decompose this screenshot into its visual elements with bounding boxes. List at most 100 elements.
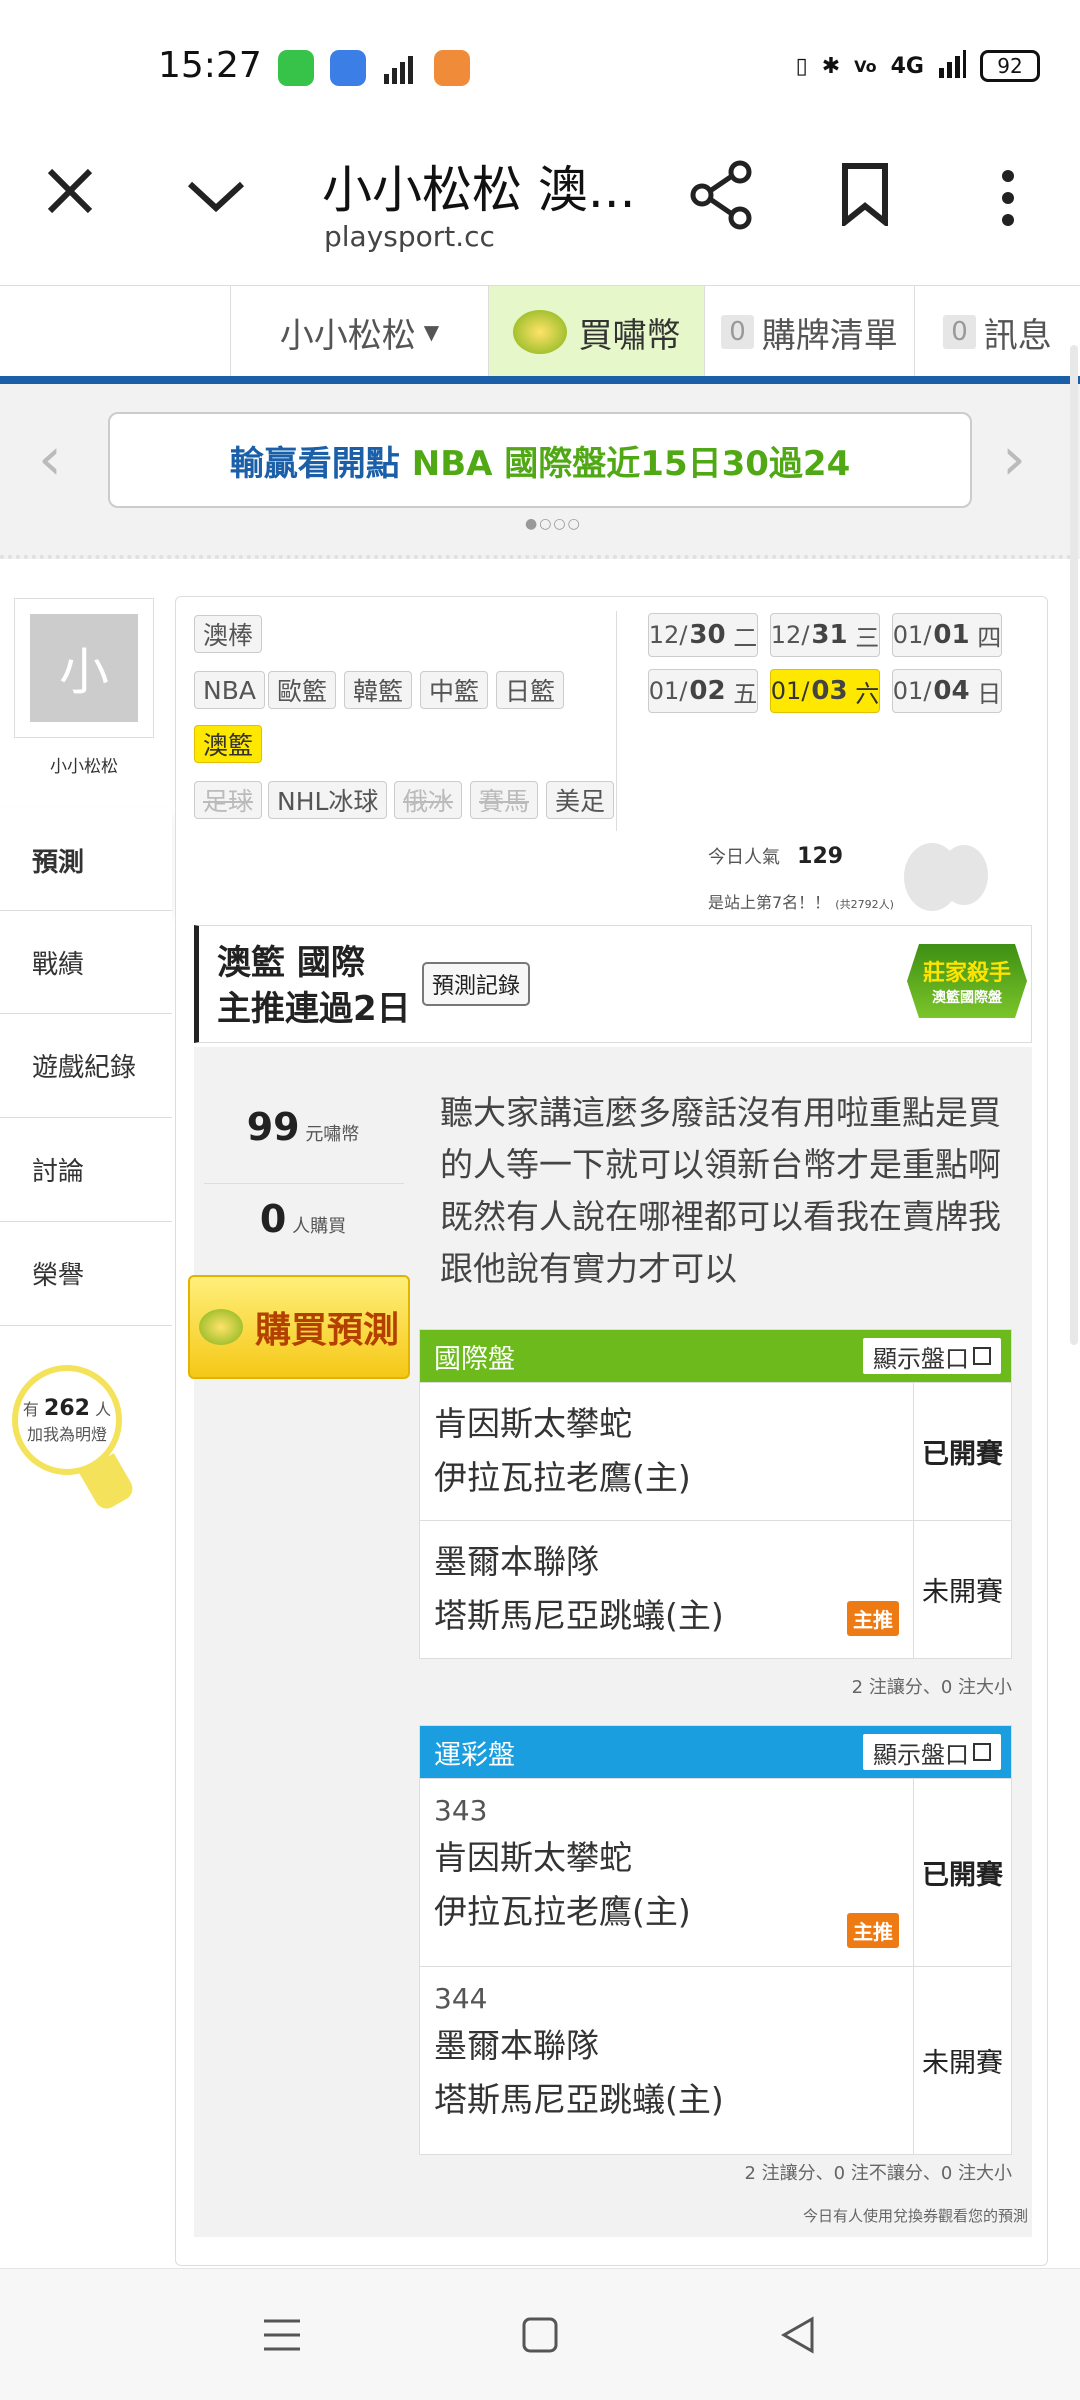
date-button-selected[interactable]: 01/03 六 xyxy=(770,669,880,713)
footer-note: 今日有人使用兌換券觀看您的預測 xyxy=(802,2207,1028,2225)
sidebar-item-predictions[interactable]: 預測 xyxy=(0,808,172,912)
popularity-rank: 是站上第7名！！ (共2792人) xyxy=(708,893,894,912)
banner: ‹ 輸贏看開點 NBA 國際盤近15日30過24 › ●○○○ xyxy=(0,384,1080,559)
home-icon[interactable] xyxy=(520,2315,560,2359)
cart-link[interactable]: 0 購牌清單 xyxy=(704,286,914,378)
cart-count: 0 xyxy=(721,315,754,349)
date-button[interactable]: 01/01 四 xyxy=(892,613,1002,657)
battery-icon: 92 xyxy=(980,50,1040,82)
profile-name: 小小松松 xyxy=(50,757,118,777)
date-button[interactable]: 12/30 二 xyxy=(648,613,758,657)
coin-icon xyxy=(198,1309,243,1345)
checkbox-icon xyxy=(973,1743,991,1761)
league-tag[interactable]: 美足 xyxy=(546,781,615,819)
main-pick-badge: 主推 xyxy=(847,1913,899,1948)
banner-text: NBA 國際盤近15日30過24 xyxy=(411,443,851,484)
banner-box[interactable]: 輸贏看開點 NBA 國際盤近15日30過24 xyxy=(108,412,972,508)
messages-link[interactable]: 0 訊息 xyxy=(914,286,1080,378)
price-value: 99 xyxy=(246,1105,300,1149)
fan-label: 加我為明燈 xyxy=(26,1424,107,1444)
prediction-body: 99 元嘯幣 0 人購買 購買預測 聽大家講這麼多廢話沒有用啦重點是買的人等一下… xyxy=(188,1047,1032,2237)
league-tag[interactable]: 歐籃 xyxy=(268,671,337,709)
league-tag[interactable]: NHL冰球 xyxy=(268,781,388,819)
date-button[interactable]: 12/31 三 xyxy=(770,613,880,657)
page-url[interactable]: playsport.cc xyxy=(324,220,495,253)
network-label: 4G xyxy=(890,53,924,79)
date-button[interactable]: 01/04 日 xyxy=(892,669,1002,713)
site-nav: 小小松松 ▼ 買嘯幣 0 購牌清單 0 訊息 xyxy=(0,285,1080,378)
nav-accent-bar xyxy=(0,376,1080,384)
user-menu[interactable]: 小小松松 ▼ xyxy=(230,286,488,378)
caret-down-icon: ▼ xyxy=(423,320,440,344)
date-button[interactable]: 01/02 五 xyxy=(648,669,758,713)
butterfly-icon xyxy=(892,837,1002,917)
main-panel: 澳棒 NBA 歐籃 韓籃 中籃 日籃 澳籃 足球 NHL冰球 俄冰 賽馬 美足 … xyxy=(175,596,1048,2266)
buy-prediction-button[interactable]: 購買預測 xyxy=(188,1275,410,1379)
close-icon[interactable] xyxy=(44,165,96,221)
checkbox-icon xyxy=(973,1347,991,1365)
intl-note: 2 注讓分、0 注大小 xyxy=(851,1677,1012,1698)
sidebar-item-game-log[interactable]: 遊戲紀錄 xyxy=(0,1014,172,1118)
system-nav-bar xyxy=(0,2268,1080,2400)
league-tag: 足球 xyxy=(194,781,263,819)
main-pick-badge: 主推 xyxy=(847,1601,899,1636)
lottery-odds-table: 運彩盤 顯示盤口 343 肯因斯太攀蛇 伊拉瓦拉老鷹(主) 主推 已開賽 344 墨爾… xyxy=(419,1725,1012,2155)
table-row[interactable]: 343 肯因斯太攀蛇 伊拉瓦拉老鷹(主) 主推 已開賽 xyxy=(420,1778,1011,1966)
buyers: 0 人購買 xyxy=(259,1197,347,1241)
chevron-left-icon[interactable]: ‹ xyxy=(38,424,62,494)
message-count: 0 xyxy=(943,315,976,349)
prediction-streak: 主推連過2日 xyxy=(217,989,411,1029)
prediction-record-button[interactable]: 預測記錄 xyxy=(422,962,531,1006)
chevron-down-icon[interactable] xyxy=(186,176,246,220)
game-status: 未開賽 xyxy=(913,1521,1011,1658)
show-odds-button[interactable]: 顯示盤口 xyxy=(863,1338,1001,1374)
table-row[interactable]: 肯因斯太攀蛇 伊拉瓦拉老鷹(主) 已開賽 xyxy=(420,1382,1011,1520)
more-options-icon[interactable] xyxy=(998,168,1018,232)
browser-toolbar: 小小松松 澳... playsport.cc xyxy=(0,120,1080,285)
buy-coins-button[interactable]: 買嘯幣 xyxy=(488,286,704,378)
chevron-right-icon[interactable]: › xyxy=(1002,424,1026,494)
signal-bars-icon xyxy=(382,50,418,86)
game-status: 已開賽 xyxy=(913,1383,1011,1520)
scrollbar[interactable] xyxy=(1070,345,1078,1345)
prediction-league: 澳籃 國際 xyxy=(217,943,365,983)
game-status: 未開賽 xyxy=(913,1967,1011,2154)
page-title: 小小松松 澳... xyxy=(322,161,636,219)
league-tag[interactable]: NBA xyxy=(194,671,265,709)
popularity-value: 129 xyxy=(797,844,844,869)
league-tag-selected[interactable]: 澳籃 xyxy=(194,725,263,763)
menu-icon[interactable] xyxy=(262,2315,302,2359)
table-row[interactable]: 墨爾本聯隊 塔斯馬尼亞跳蟻(主) 主推 未開賽 xyxy=(420,1520,1011,1658)
buyers-value: 0 xyxy=(259,1197,287,1241)
table-header: 運彩盤 顯示盤口 xyxy=(420,1726,1011,1778)
divider xyxy=(616,611,617,831)
vibrate-icon: ▯ xyxy=(795,53,808,79)
sidebar-item-honors[interactable]: 榮譽 xyxy=(0,1222,172,1326)
bookmark-icon[interactable] xyxy=(840,162,890,230)
league-tag: 賽馬 xyxy=(470,781,539,819)
fan-count: 262 xyxy=(44,1395,90,1421)
cell-signal-icon xyxy=(938,48,966,84)
divider xyxy=(204,1183,404,1184)
league-tag[interactable]: 中籃 xyxy=(420,671,489,709)
carousel-dots: ●○○○ xyxy=(525,516,582,532)
league-tag[interactable]: 澳棒 xyxy=(194,615,263,653)
table-row[interactable]: 344 墨爾本聯隊 塔斯馬尼亞跳蟻(主) 未開賽 xyxy=(420,1966,1011,2154)
back-icon[interactable] xyxy=(778,2315,818,2359)
share-icon[interactable] xyxy=(690,160,754,234)
game-status: 已開賽 xyxy=(913,1779,1011,1966)
sidebar-item-discussion[interactable]: 討論 xyxy=(0,1118,172,1222)
app-icon xyxy=(278,50,314,86)
app-icon xyxy=(330,50,366,86)
sidebar-item-record[interactable]: 戰績 xyxy=(0,910,172,1014)
table-header: 國際盤 顯示盤口 xyxy=(420,1330,1011,1382)
show-odds-button[interactable]: 顯示盤口 xyxy=(863,1734,1001,1770)
lottery-note: 2 注讓分、0 注不讓分、0 注大小 xyxy=(744,2163,1012,2184)
avatar[interactable]: 小 xyxy=(14,598,154,738)
status-bar: 15:27 ▯ ✱ Vo 4G 92 xyxy=(0,0,1080,120)
prediction-header: 澳籃 國際 主推連過2日 預測記錄 莊家殺手 澳籃國際盤 xyxy=(194,925,1032,1043)
clock: 15:27 xyxy=(158,45,262,86)
league-tag[interactable]: 日籃 xyxy=(496,671,565,709)
intl-odds-table: 國際盤 顯示盤口 肯因斯太攀蛇 伊拉瓦拉老鷹(主) 已開賽 墨爾本聯隊 塔斯馬尼亞跳… xyxy=(419,1329,1012,1659)
league-tag[interactable]: 韓籃 xyxy=(344,671,413,709)
